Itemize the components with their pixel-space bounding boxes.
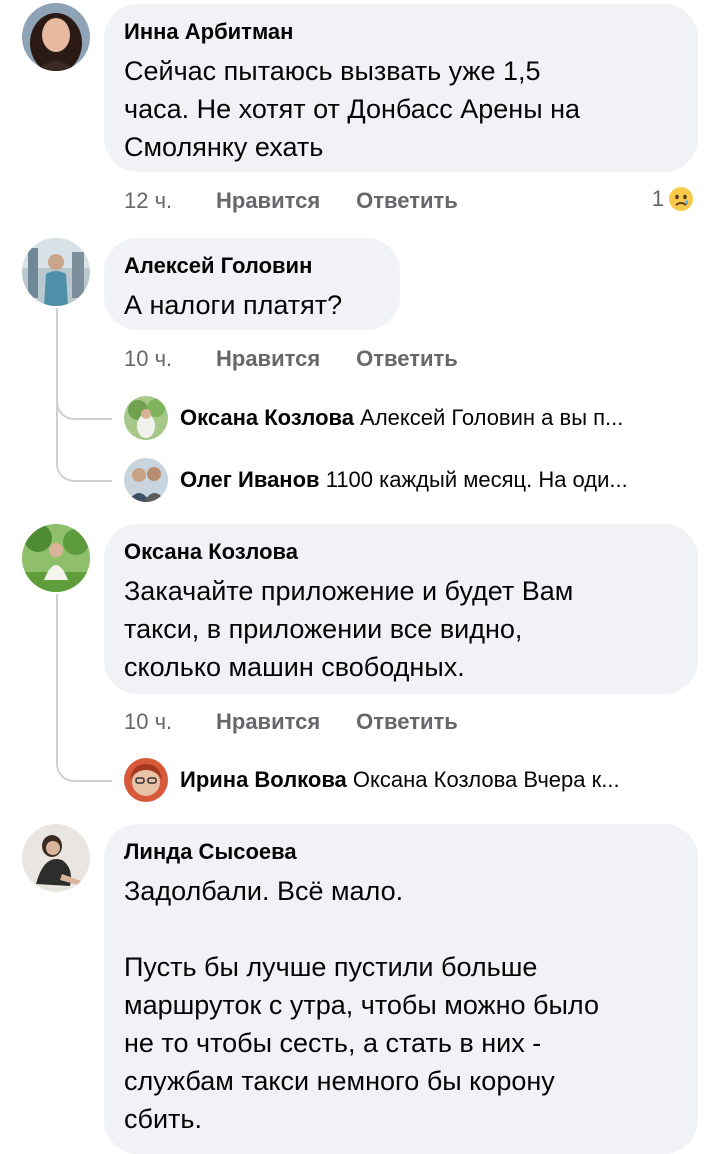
- comment-bubble: Линда Сысоева Задолбали. Всё мало. Пусть…: [104, 824, 698, 1154]
- reply-author[interactable]: Ирина Волкова: [180, 767, 347, 792]
- comment-bubble: Инна Арбитман Сейчас пытаюсь вызвать уже…: [104, 4, 698, 172]
- reaction-summary[interactable]: 1: [652, 184, 694, 214]
- comment-actions: 10 ч. Нравится Ответить: [124, 707, 494, 737]
- avatar[interactable]: [22, 3, 90, 71]
- comment-text: Сейчас пытаюсь вызвать уже 1,5 часа. Не …: [124, 56, 581, 162]
- comment-text: Закачайте приложение и будет Вам такси, …: [124, 576, 574, 682]
- reply-preview[interactable]: Олег Иванов 1100 каждый месяц. На оди...: [124, 458, 700, 502]
- like-button[interactable]: Нравится: [216, 346, 320, 372]
- comment-bubble: Оксана Козлова Закачайте приложение и бу…: [104, 524, 698, 694]
- reply-author[interactable]: Олег Иванов: [180, 467, 320, 492]
- comment-timestamp[interactable]: 12 ч.: [124, 188, 216, 214]
- comment-bubble: Алексей Головин А налоги платят?: [104, 238, 400, 330]
- comment-author[interactable]: Оксана Козлова: [124, 538, 678, 566]
- comment-text: А налоги платят?: [124, 290, 343, 320]
- reply-preview[interactable]: Оксана Козлова Алексей Головин а вы п...: [124, 396, 700, 440]
- like-button[interactable]: Нравится: [216, 188, 320, 214]
- avatar[interactable]: [124, 458, 168, 502]
- reply-snippet: 1100 каждый месяц. На оди...: [325, 467, 628, 492]
- crying-face-icon: [668, 186, 694, 212]
- like-button[interactable]: Нравится: [216, 709, 320, 735]
- reply-author[interactable]: Оксана Козлова: [180, 405, 354, 430]
- avatar[interactable]: [22, 238, 90, 306]
- reply-snippet: Алексей Головин а вы п...: [360, 405, 624, 430]
- comment-author[interactable]: Инна Арбитман: [124, 18, 678, 46]
- reply-connector: [56, 420, 112, 482]
- comment-actions: 12 ч. Нравится Ответить: [124, 186, 494, 216]
- comment-actions: 10 ч. Нравится Ответить: [124, 344, 494, 374]
- reaction-count: 1: [651, 186, 664, 211]
- comment-timestamp[interactable]: 10 ч.: [124, 346, 216, 372]
- reply-preview[interactable]: Ирина Волкова Оксана Козлова Вчера к...: [124, 758, 700, 802]
- avatar[interactable]: [22, 824, 90, 892]
- reply-button[interactable]: Ответить: [356, 709, 458, 735]
- avatar[interactable]: [124, 758, 168, 802]
- avatar[interactable]: [22, 524, 90, 592]
- comment-author[interactable]: Линда Сысоева: [124, 838, 678, 866]
- reply-button[interactable]: Ответить: [356, 188, 458, 214]
- avatar[interactable]: [124, 396, 168, 440]
- comment-timestamp[interactable]: 10 ч.: [124, 709, 216, 735]
- comment-text: Задолбали. Всё мало. Пусть бы лучше пуст…: [124, 876, 599, 1134]
- reply-connector: [56, 400, 112, 420]
- reply-connector: [56, 740, 112, 782]
- reply-snippet: Оксана Козлова Вчера к...: [352, 767, 620, 792]
- thread-line: [56, 594, 58, 754]
- reply-button[interactable]: Ответить: [356, 346, 458, 372]
- comment-author[interactable]: Алексей Головин: [124, 252, 380, 280]
